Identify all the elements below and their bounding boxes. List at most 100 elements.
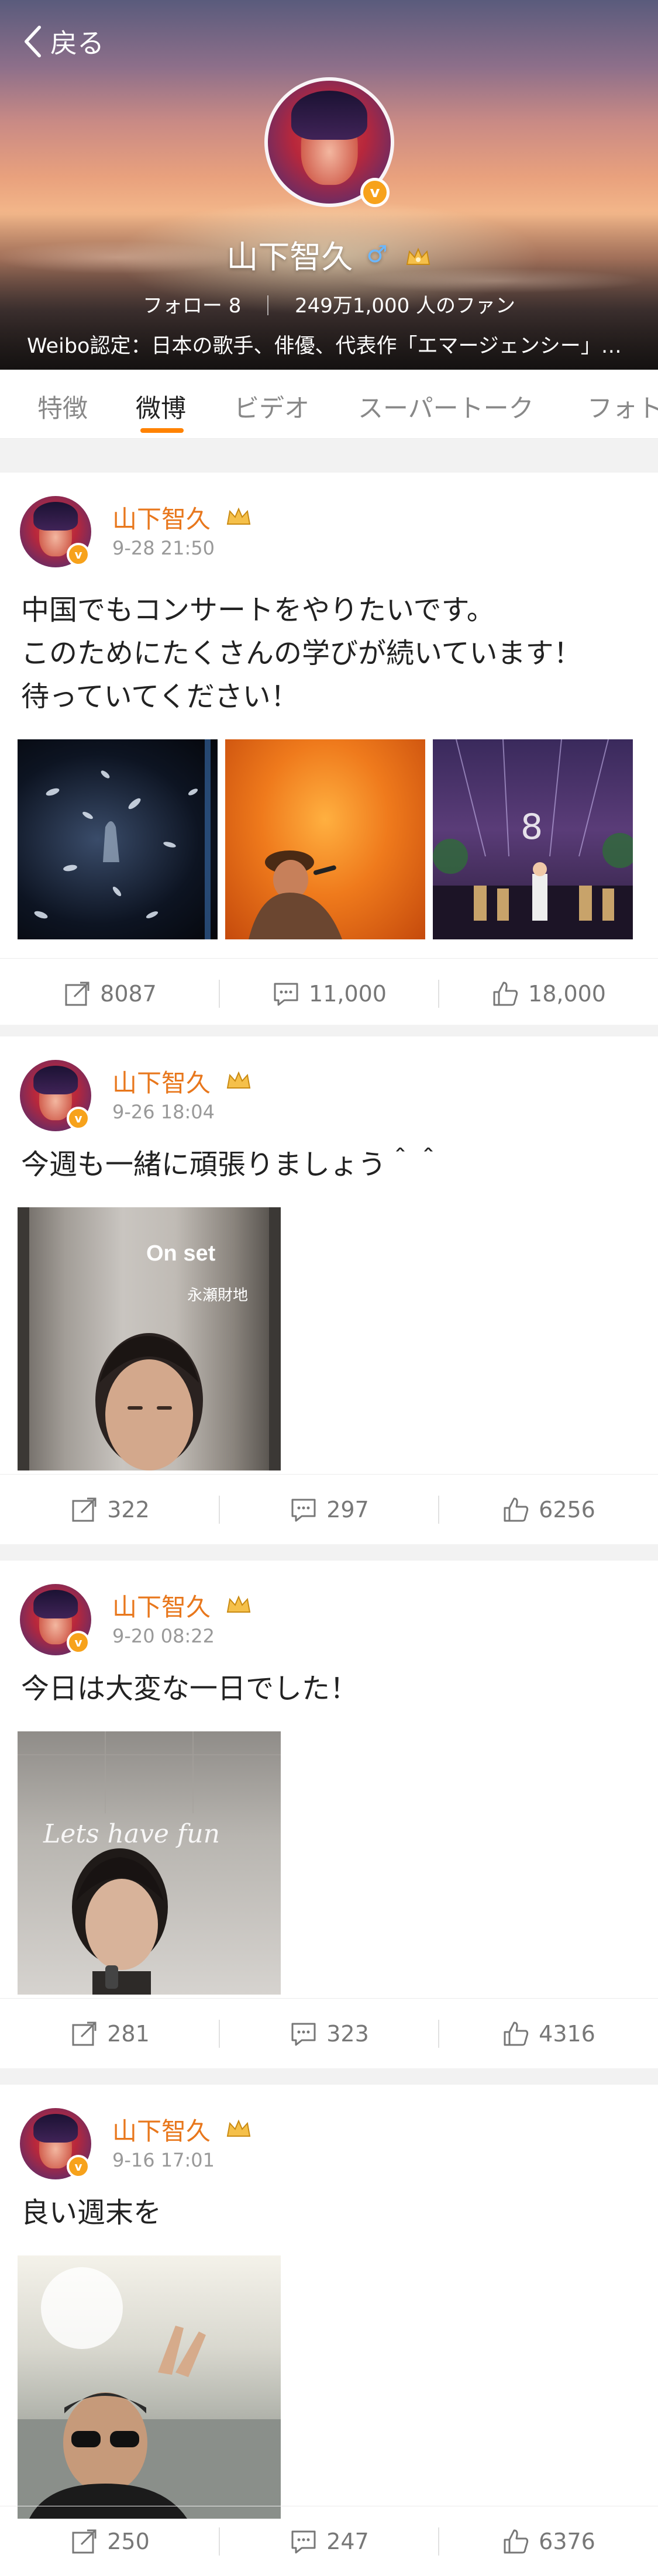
active-tab-indicator bbox=[140, 428, 184, 433]
like-count: 4316 bbox=[539, 2021, 595, 2047]
post-actions: 250 247 6376 bbox=[0, 2506, 658, 2576]
repost-count: 8087 bbox=[100, 981, 157, 1007]
profile-stats: フォロー 8 249万1,000 人のファン bbox=[0, 290, 658, 318]
post-card: v 山下智久 9-26 18:04 今週も一緒に頑張りましょう＾＾ On set… bbox=[0, 1036, 658, 1544]
photo-overlay-title: On set bbox=[146, 1241, 216, 1266]
post-author-row: 山下智久 bbox=[112, 1587, 252, 1623]
post-time: 9-28 21:50 bbox=[112, 537, 215, 559]
like-button[interactable]: 6256 bbox=[439, 1475, 658, 1545]
profile-name: 山下智久 bbox=[226, 239, 353, 275]
comment-count: 323 bbox=[326, 2021, 369, 2047]
comment-button[interactable]: 323 bbox=[219, 1999, 439, 2069]
post-author-row: 山下智久 bbox=[112, 500, 252, 535]
thumbs-up-icon bbox=[504, 2021, 529, 2046]
post-author[interactable]: 山下智久 bbox=[112, 1069, 211, 1097]
chevron-left-icon bbox=[25, 25, 41, 58]
thumbs-up-icon bbox=[504, 1497, 529, 1522]
comment-button[interactable]: 297 bbox=[219, 1475, 439, 1545]
verification-text: Weibo認定：日本の歌手、俳優、代表作「エマージェンシー」… bbox=[27, 335, 622, 358]
crown-icon bbox=[406, 247, 430, 265]
stats-divider bbox=[267, 295, 269, 315]
like-count: 6376 bbox=[539, 2529, 595, 2554]
repost-button[interactable]: 250 bbox=[0, 2506, 219, 2576]
post-time: 9-26 18:04 bbox=[112, 1101, 215, 1123]
comment-button[interactable]: 11,000 bbox=[219, 959, 439, 1029]
post-photo[interactable]: 8 bbox=[433, 739, 633, 939]
verified-badge-icon: v bbox=[67, 1631, 90, 1654]
repost-button[interactable]: 8087 bbox=[0, 959, 219, 1029]
post-time: 9-20 08:22 bbox=[112, 1625, 215, 1647]
like-count: 18,000 bbox=[528, 981, 606, 1007]
comment-count: 11,000 bbox=[309, 981, 387, 1007]
verified-badge-icon: v bbox=[360, 178, 390, 207]
post-author[interactable]: 山下智久 bbox=[112, 2117, 211, 2145]
back-label: 戻る bbox=[50, 27, 104, 59]
crown-icon bbox=[227, 2119, 251, 2137]
comment-count: 247 bbox=[326, 2529, 369, 2554]
post-photo[interactable] bbox=[18, 739, 218, 939]
share-icon bbox=[65, 982, 89, 1006]
post-photo[interactable]: Lets have fun bbox=[18, 1731, 281, 1995]
share-icon bbox=[72, 1497, 97, 1522]
tab-weibo[interactable]: 微博 bbox=[136, 388, 186, 425]
profile-tabs: 特徴 微博 ビデオ スーパートーク フォト bbox=[0, 370, 658, 439]
repost-count: 322 bbox=[107, 1497, 150, 1523]
svg-text:8: 8 bbox=[521, 807, 543, 848]
crown-icon bbox=[227, 1595, 251, 1613]
tab-photo[interactable]: フォト bbox=[587, 388, 658, 425]
post-text: 中国でもコンサートをやりたいです。 このためにたくさんの学びが続いています！ 待… bbox=[21, 594, 582, 713]
share-icon bbox=[72, 2021, 97, 2046]
post-card: v 山下智久 9-16 17:01 良い週末を 250 247 6376 bbox=[0, 2085, 658, 2576]
post-actions: 8087 11,000 18,000 bbox=[0, 958, 658, 1028]
profile-cover: 戻る v 山下智久 ♂ フォロー 8 249万1,000 人のファン Weibo… bbox=[0, 0, 658, 370]
like-count: 6256 bbox=[539, 1497, 595, 1523]
male-gender-icon: ♂ bbox=[366, 241, 388, 268]
fans-count[interactable]: 249万1,000 人のファン bbox=[295, 294, 515, 318]
post-time: 9-16 17:01 bbox=[112, 2149, 215, 2171]
like-button[interactable]: 4316 bbox=[439, 1999, 658, 2069]
like-button[interactable]: 6376 bbox=[439, 2506, 658, 2576]
verified-badge-icon: v bbox=[67, 1107, 90, 1130]
back-button[interactable]: 戻る bbox=[21, 21, 104, 62]
post-author[interactable]: 山下智久 bbox=[112, 505, 211, 533]
repost-button[interactable]: 322 bbox=[0, 1475, 219, 1545]
post-text: 今週も一緒に頑張りましょう＾＾ bbox=[21, 1148, 443, 1181]
tab-video[interactable]: ビデオ bbox=[234, 388, 309, 425]
crown-icon bbox=[227, 507, 251, 525]
share-icon bbox=[72, 2529, 97, 2554]
concert-stage-image: 8 bbox=[433, 739, 633, 939]
post-actions: 322 297 6256 bbox=[0, 1474, 658, 1544]
verified-badge-icon: v bbox=[67, 2155, 90, 2178]
comment-button[interactable]: 247 bbox=[219, 2506, 439, 2576]
post-text: 良い週末を bbox=[21, 2196, 162, 2229]
follow-count[interactable]: フォロー 8 bbox=[143, 294, 241, 318]
post-text: 今日は大変な一日でした！ bbox=[21, 1672, 359, 1705]
profile-name-row: 山下智久 ♂ bbox=[0, 231, 658, 277]
post-photo[interactable] bbox=[18, 2255, 281, 2519]
post-card: v 山下智久 9-20 08:22 今日は大変な一日でした！ Lets have… bbox=[0, 1561, 658, 2068]
comment-icon bbox=[291, 1499, 316, 1522]
concert-singer-image bbox=[249, 850, 342, 939]
post-author-row: 山下智久 bbox=[112, 1063, 252, 1099]
post-photo[interactable]: On set 永瀬財地 bbox=[18, 1207, 281, 1470]
photo-overlay-sub: 永瀬財地 bbox=[187, 1287, 249, 1304]
like-button[interactable]: 18,000 bbox=[439, 959, 658, 1029]
verified-badge-icon: v bbox=[67, 543, 90, 566]
mirror-selfie-image bbox=[18, 1731, 281, 1995]
post-author-row: 山下智久 bbox=[112, 2112, 252, 2147]
comment-icon bbox=[291, 2530, 316, 2554]
repost-count: 250 bbox=[107, 2529, 150, 2554]
tab-supertalk[interactable]: スーパートーク bbox=[358, 388, 534, 425]
comment-count: 297 bbox=[326, 1497, 369, 1523]
repost-button[interactable]: 281 bbox=[0, 1999, 219, 2069]
post-photo[interactable] bbox=[225, 739, 425, 939]
tab-features[interactable]: 特徴 bbox=[37, 388, 88, 425]
concert-petals-image bbox=[34, 739, 211, 939]
thumbs-up-icon bbox=[504, 2529, 529, 2554]
post-author[interactable]: 山下智久 bbox=[112, 1593, 211, 1621]
repost-count: 281 bbox=[107, 2021, 150, 2047]
comment-icon bbox=[274, 983, 298, 1006]
beach-selfie-image bbox=[18, 2267, 281, 2519]
post-card: v 山下智久 9-28 21:50 中国でもコンサートをやりたいです。 このため… bbox=[0, 473, 658, 1025]
comment-icon bbox=[291, 2023, 316, 2046]
